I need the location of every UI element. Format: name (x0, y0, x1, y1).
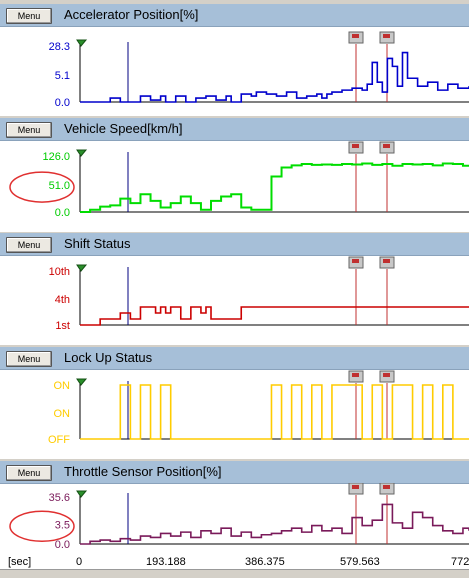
time-axis: [sec] 0 193.188 386.375 579.563 772 (0, 556, 469, 569)
vehicle-speed-chart: 126.0 51.0 0.0 (9, 141, 469, 219)
y-tick-label: 1st (55, 320, 70, 332)
series-line (80, 384, 469, 440)
y-tick-label: 3.5 (55, 519, 70, 531)
shift-status-chart: 10th 4th 1st (49, 256, 469, 332)
menu-button[interactable]: Menu (6, 351, 52, 367)
y-tick-label: 0.0 (55, 97, 70, 109)
y-tick-label: ON (54, 380, 71, 392)
menu-button[interactable]: Menu (6, 237, 52, 253)
y-tick-label: OFF (48, 434, 70, 446)
event-flag-mark (352, 144, 359, 148)
event-flag-mark (383, 144, 390, 148)
axis-marker-icon (76, 39, 88, 47)
event-flag-mark (352, 373, 359, 377)
y-tick-label: 126.0 (42, 151, 70, 163)
time-axis-tick: 193.188 (146, 556, 186, 568)
axis-marker-icon (76, 264, 88, 272)
time-axis-tick: 386.375 (245, 556, 285, 568)
y-tick-label: 0.0 (55, 207, 70, 219)
time-axis-tick: 579.563 (340, 556, 380, 568)
event-flag-mark (383, 34, 390, 38)
y-tick-label: 28.3 (49, 41, 70, 53)
event-flag-mark (352, 485, 359, 489)
panel-header: Menu Vehicle Speed[km/h] (0, 118, 469, 141)
panel-title: Throttle Sensor Position[%] (64, 464, 222, 479)
axis-marker-icon (76, 490, 88, 498)
y-tick-label: 0.0 (55, 539, 70, 551)
panel-title: Accelerator Position[%] (64, 7, 199, 22)
panel-accelerator-position: Menu Accelerator Position[%] 28.3 5.1 0.0 (0, 4, 469, 116)
accelerator-position-chart: 28.3 5.1 0.0 (49, 31, 469, 109)
series-line (80, 306, 469, 326)
lock-up-status-chart: ON ON OFF (48, 370, 469, 446)
y-tick-label: 51.0 (49, 180, 70, 192)
panel-throttle-sensor-position: Menu Throttle Sensor Position[%] 35.6 3.5… (0, 461, 469, 556)
y-tick-label: 35.6 (49, 492, 70, 504)
event-flag-mark (383, 259, 390, 263)
panel-header: Menu Shift Status (0, 233, 469, 256)
series-line (80, 51, 469, 103)
menu-button[interactable]: Menu (6, 122, 52, 138)
y-tick-label: 4th (55, 294, 70, 306)
time-axis-tick: 0 (76, 556, 83, 568)
panel-header: Menu Throttle Sensor Position[%] (0, 461, 469, 484)
panel-header: Menu Accelerator Position[%] (0, 4, 469, 27)
panel-header: Menu Lock Up Status (0, 347, 469, 370)
axis-marker-icon (76, 149, 88, 157)
series-line (80, 503, 469, 545)
event-flag-mark (352, 34, 359, 38)
y-tick-label: 5.1 (55, 70, 70, 82)
menu-button[interactable]: Menu (6, 8, 52, 24)
panel-vehicle-speed: Menu Vehicle Speed[km/h] 126.0 51.0 0.0 (0, 118, 469, 232)
axis-marker-icon (76, 378, 88, 386)
event-flag-mark (383, 485, 390, 489)
menu-button[interactable]: Menu (6, 465, 52, 481)
event-flag-mark (383, 373, 390, 377)
time-axis-tick: 772 (451, 556, 469, 568)
y-tick-label: 10th (49, 266, 70, 278)
panel-shift-status: Menu Shift Status 10th 4th 1st (0, 233, 469, 345)
panel-title: Shift Status (64, 236, 131, 251)
throttle-sensor-chart: 35.6 3.5 0.0 (9, 483, 469, 551)
time-axis-unit: [sec] (8, 556, 32, 568)
panel-title: Vehicle Speed[km/h] (64, 121, 183, 136)
series-line (80, 162, 469, 213)
panel-lock-up-status: Menu Lock Up Status ON ON OFF (0, 347, 469, 459)
event-flag-mark (352, 259, 359, 263)
y-tick-label: ON (54, 408, 71, 420)
panel-title: Lock Up Status (64, 350, 153, 365)
